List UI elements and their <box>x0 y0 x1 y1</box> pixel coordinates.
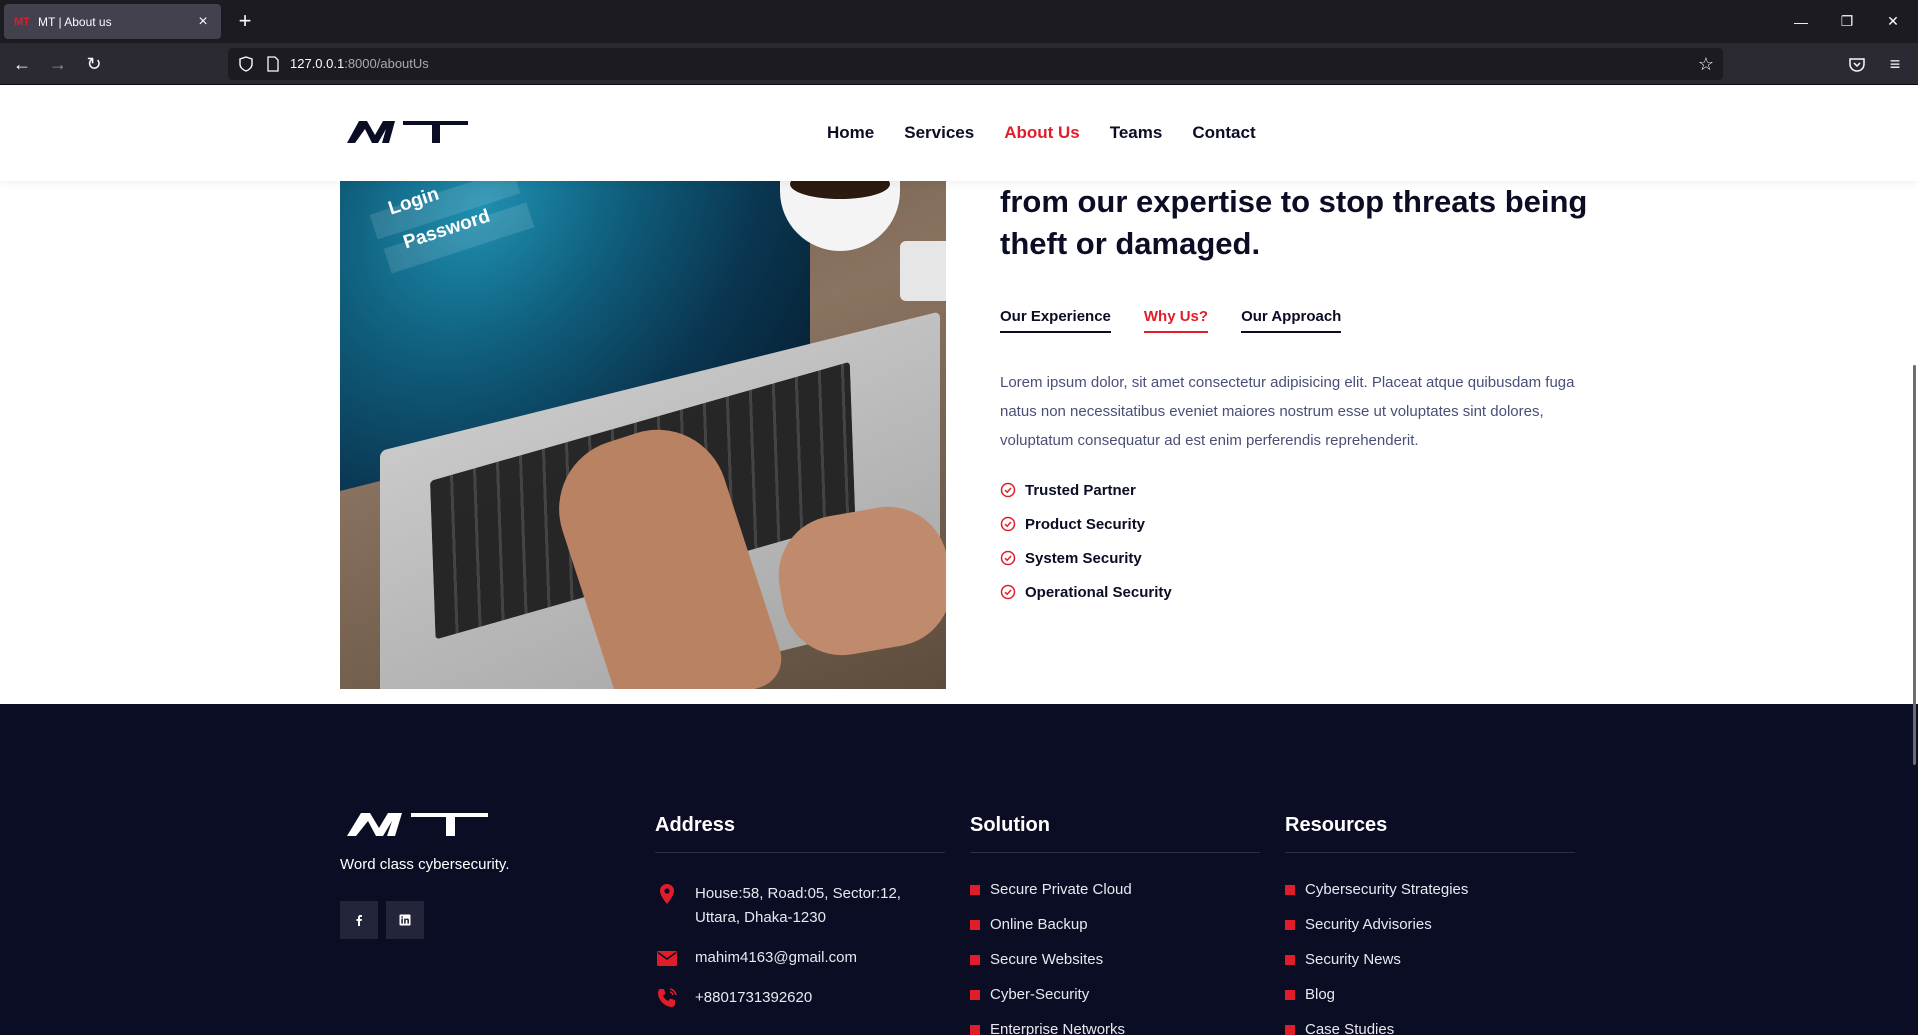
list-item-label: Operational Security <box>1025 583 1172 601</box>
list-item-label: System Security <box>1025 549 1142 567</box>
resource-link[interactable]: Security Advisories <box>1285 907 1575 942</box>
linkedin-icon <box>399 914 411 926</box>
address-row: House:58, Road:05, Sector:12, Uttara, Dh… <box>655 882 945 930</box>
bullet-square-icon <box>1285 919 1295 930</box>
phone-icon <box>658 988 677 1007</box>
bookmark-star-icon[interactable]: ☆ <box>1695 53 1717 75</box>
solution-link[interactable]: Secure Private Cloud <box>970 872 1260 907</box>
page-info-icon[interactable] <box>266 56 280 72</box>
browser-tab-strip: MT MT | About us × + — ❐ ✕ <box>0 0 1918 43</box>
footer-solution-title: Solution <box>970 814 1260 853</box>
back-button[interactable]: ← <box>8 50 36 78</box>
close-window-button[interactable]: ✕ <box>1870 0 1916 43</box>
url-text[interactable]: 127.0.0.1:8000/aboutUs <box>290 56 429 71</box>
shield-icon[interactable] <box>238 56 254 72</box>
location-pin-icon <box>660 884 674 904</box>
email-link[interactable]: mahim4163@gmail.com <box>695 946 857 970</box>
envelope-icon <box>657 951 677 966</box>
feature-checklist: Trusted Partner Product Security System … <box>1000 473 1172 609</box>
tab-our-approach[interactable]: Our Approach <box>1241 308 1342 333</box>
nav-services[interactable]: Services <box>904 123 974 143</box>
page-viewport: Login Password from our expertise to sto… <box>0 85 1918 1035</box>
bullet-square-icon <box>970 919 980 930</box>
resources-list: Cybersecurity Strategies Security Adviso… <box>1285 872 1575 1035</box>
bullet-square-icon <box>970 1024 980 1035</box>
bullet-square-icon <box>1285 989 1295 1000</box>
check-circle-icon <box>1000 550 1016 566</box>
nav-about-us[interactable]: About Us <box>1004 123 1080 143</box>
pocket-icon[interactable] <box>1848 56 1866 74</box>
about-headline: from our expertise to stop threats being… <box>1000 184 1588 261</box>
site-footer: MT Word class cybersecurity. Address Hou… <box>0 704 1918 1035</box>
coffee <box>790 181 890 199</box>
favicon-icon: MT <box>14 15 30 28</box>
list-item-label: Product Security <box>1025 515 1146 533</box>
check-circle-icon <box>1000 482 1016 498</box>
main-navigation: Home Services About Us Teams Contact <box>827 123 1256 143</box>
list-item: Product Security <box>1000 507 1172 541</box>
about-description: Lorem ipsum dolor, sit amet consectetur … <box>1000 374 1575 449</box>
resource-link[interactable]: Security News <box>1285 942 1575 977</box>
footer-solution-column: Solution Secure Private Cloud Online Bac… <box>970 814 1260 1035</box>
browser-navigation-bar: ← → ↻ 127.0.0.1:8000/aboutUs ☆ ≡ <box>0 43 1918 85</box>
phone <box>900 241 946 301</box>
page-scrollbar[interactable] <box>1913 365 1916 765</box>
browser-tab-active[interactable]: MT MT | About us × <box>4 4 221 39</box>
laptop-login-image: Login Password <box>340 181 946 689</box>
footer-tagline: Word class cybersecurity. <box>340 856 510 873</box>
tab-our-experience[interactable]: Our Experience <box>1000 308 1111 333</box>
resource-link[interactable]: Blog <box>1285 977 1575 1012</box>
resource-link[interactable]: Case Studies <box>1285 1012 1575 1035</box>
address-bar[interactable]: 127.0.0.1:8000/aboutUs ☆ <box>228 48 1723 80</box>
solution-link[interactable]: Online Backup <box>970 907 1260 942</box>
bullet-square-icon <box>970 884 980 895</box>
list-item: System Security <box>1000 541 1172 575</box>
linkedin-button[interactable] <box>386 901 424 939</box>
tab-close-icon[interactable]: × <box>195 13 211 31</box>
nav-contact[interactable]: Contact <box>1192 123 1255 143</box>
menu-icon[interactable]: ≡ <box>1884 52 1906 76</box>
minimize-button[interactable]: — <box>1778 0 1824 43</box>
mt-logo[interactable]: MT <box>345 115 470 147</box>
tab-why-us[interactable]: Why Us? <box>1143 308 1209 333</box>
footer-address-column: Address House:58, Road:05, Sector:12, Ut… <box>655 814 945 1010</box>
footer-address-title: Address <box>655 814 945 853</box>
address-text: House:58, Road:05, Sector:12, Uttara, Dh… <box>695 885 901 926</box>
restore-button[interactable]: ❐ <box>1824 0 1870 43</box>
footer-resources-column: Resources Cybersecurity Strategies Secur… <box>1285 814 1575 1035</box>
phone-link[interactable]: +8801731392620 <box>695 986 812 1010</box>
forward-button[interactable]: → <box>44 50 72 78</box>
bullet-square-icon <box>970 989 980 1000</box>
facebook-icon <box>356 915 362 926</box>
list-item: Operational Security <box>1000 575 1172 609</box>
nav-home[interactable]: Home <box>827 123 874 143</box>
check-circle-icon <box>1000 584 1016 600</box>
footer-mt-logo[interactable]: MT <box>345 808 490 840</box>
solution-link[interactable]: Enterprise Networks <box>970 1012 1260 1035</box>
list-item: Trusted Partner <box>1000 473 1172 507</box>
footer-resources-title: Resources <box>1285 814 1575 853</box>
tab-title: MT | About us <box>38 14 112 29</box>
check-circle-icon <box>1000 516 1016 532</box>
bullet-square-icon <box>1285 884 1295 895</box>
phone-row: +8801731392620 <box>655 986 945 1010</box>
reload-button[interactable]: ↻ <box>80 50 108 78</box>
email-row: mahim4163@gmail.com <box>655 946 945 970</box>
bullet-square-icon <box>1285 954 1295 965</box>
resource-link[interactable]: Cybersecurity Strategies <box>1285 872 1575 907</box>
solution-list: Secure Private Cloud Online Backup Secur… <box>970 872 1260 1035</box>
about-tabs: Our Experience Why Us? Our Approach <box>1000 308 1342 333</box>
bullet-square-icon <box>970 954 980 965</box>
list-item-label: Trusted Partner <box>1025 481 1136 499</box>
solution-link[interactable]: Secure Websites <box>970 942 1260 977</box>
nav-teams[interactable]: Teams <box>1110 123 1163 143</box>
facebook-button[interactable] <box>340 901 378 939</box>
solution-link[interactable]: Cyber-Security <box>970 977 1260 1012</box>
new-tab-button[interactable]: + <box>232 8 258 34</box>
site-header: MT Home Services About Us Teams Contact <box>0 85 1918 181</box>
bullet-square-icon <box>1285 1024 1295 1035</box>
